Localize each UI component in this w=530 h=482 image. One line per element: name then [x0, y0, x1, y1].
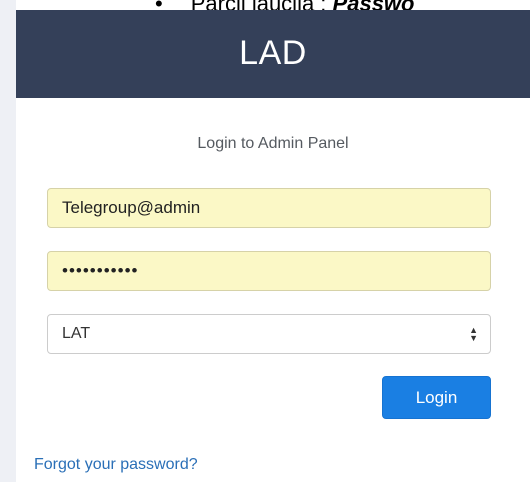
- panel-header: LAD: [16, 10, 530, 98]
- brand-logo: LAD: [239, 33, 307, 72]
- panel-subtitle: Login to Admin Panel: [197, 135, 349, 152]
- password-input[interactable]: •••••••••••: [47, 251, 491, 291]
- username-value: Telegroup@admin: [62, 198, 201, 217]
- username-input[interactable]: Telegroup@admin: [47, 188, 491, 228]
- left-strip: [0, 0, 16, 482]
- page: • Parcii laučija : Passwo LAD Login to Ad…: [0, 0, 530, 482]
- forgot-password-link[interactable]: Forgot your password?: [34, 456, 198, 474]
- login-panel: LAD Login to Admin Panel Telegroup@admin…: [16, 10, 530, 482]
- select-arrows-icon: ▲ ▼: [469, 325, 478, 343]
- language-select[interactable]: LAT ▲ ▼: [47, 314, 491, 354]
- language-selected-value: LAT: [62, 325, 91, 342]
- login-button-label: Login: [415, 387, 458, 407]
- login-button[interactable]: Login: [382, 376, 491, 419]
- password-value: •••••••••••: [62, 261, 139, 280]
